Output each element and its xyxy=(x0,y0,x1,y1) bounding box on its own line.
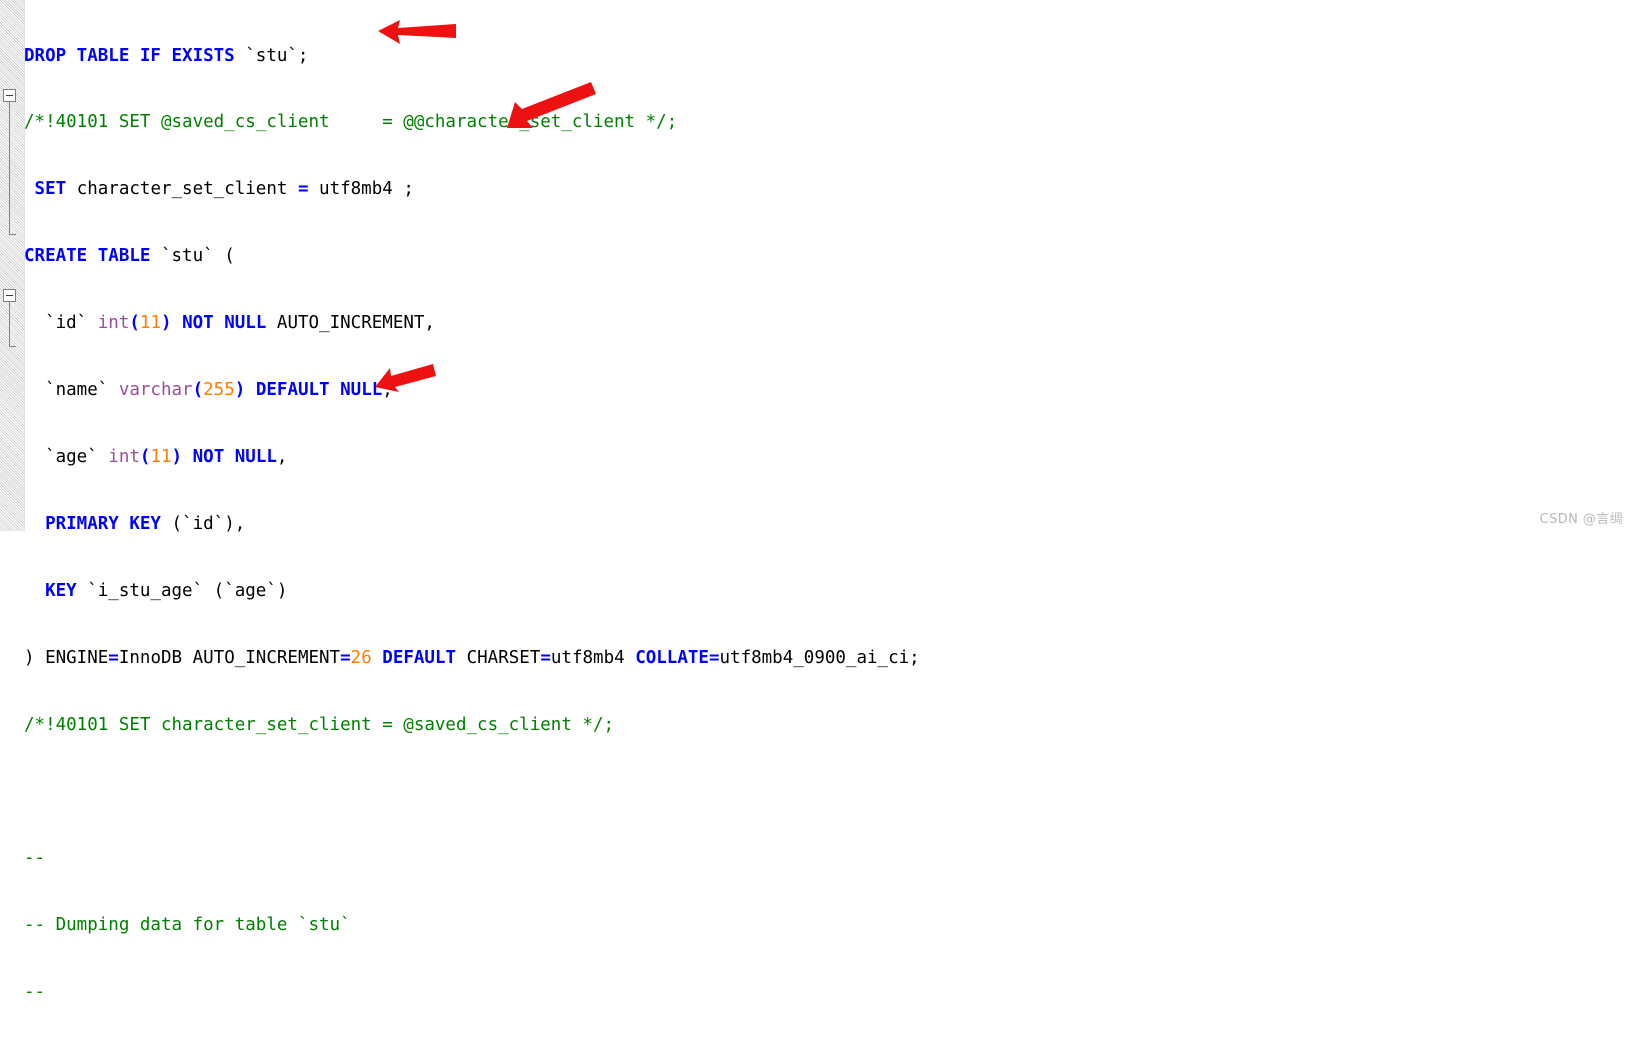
code-token: , xyxy=(382,380,393,401)
code-token: , xyxy=(276,446,288,467)
code-line[interactable]: `id` int(11) NOT NULL AUTO_INCREMENT, xyxy=(24,312,1631,334)
fold-toggle-dumping-comment[interactable] xyxy=(3,289,16,302)
code-token: `stu` ( xyxy=(150,246,235,267)
code-token: SET xyxy=(34,179,67,200)
code-token: NOT NULL xyxy=(182,313,267,334)
code-token: `age` xyxy=(24,446,109,467)
code-token: NOT NULL xyxy=(192,446,277,467)
code-token: = xyxy=(340,647,351,668)
code-token: varchar xyxy=(118,380,193,401)
code-token: -- xyxy=(24,848,46,869)
code-line[interactable]: -- xyxy=(24,847,1631,869)
code-token: /*!40101 SET @saved_cs_client = @@charac… xyxy=(24,112,678,133)
code-token: ( xyxy=(129,313,140,334)
code-token: `name` xyxy=(24,380,119,401)
code-token: = xyxy=(540,647,551,668)
code-text-area[interactable]: DROP TABLE IF EXISTS `stu`; /*!40101 SET… xyxy=(24,0,1631,1002)
code-line[interactable] xyxy=(24,780,1631,802)
code-token: KEY xyxy=(45,580,77,601)
code-line[interactable]: PRIMARY KEY (`id`), xyxy=(24,513,1631,535)
code-token: -- xyxy=(24,982,46,1003)
code-token: DEFAULT xyxy=(382,647,457,668)
code-token: character_set_client xyxy=(66,179,298,200)
code-token: = xyxy=(108,647,119,668)
code-line[interactable]: DROP TABLE IF EXISTS `stu`; xyxy=(24,45,1631,67)
code-token: AUTO_INCREMENT, xyxy=(266,313,435,334)
code-token: InnoDB AUTO_INCREMENT xyxy=(118,647,341,668)
sql-editor-window: DROP TABLE IF EXISTS `stu`; /*!40101 SET… xyxy=(0,0,1631,1002)
code-token: ( xyxy=(192,380,204,401)
code-token: ( xyxy=(139,446,151,467)
code-line[interactable]: /*!40101 SET @saved_cs_client = @@charac… xyxy=(24,111,1631,133)
code-token: utf8mb4 ; xyxy=(308,179,414,200)
fold-margin xyxy=(0,0,25,531)
code-line[interactable]: /*!40101 SET character_set_client = @sav… xyxy=(24,714,1631,736)
code-line[interactable]: SET character_set_client = utf8mb4 ; xyxy=(24,178,1631,200)
code-line[interactable]: `name` varchar(255) DEFAULT NULL, xyxy=(24,379,1631,401)
code-token: = xyxy=(297,179,309,200)
code-token: ) xyxy=(234,380,246,401)
fold-range-line-dumping-comment xyxy=(9,302,10,346)
fold-range-end-dumping-comment xyxy=(9,346,16,347)
fold-range-end-create-table xyxy=(9,234,16,235)
code-token: int xyxy=(97,313,130,334)
code-token: ) xyxy=(171,446,183,467)
code-token: COLLATE xyxy=(635,647,709,668)
code-token: CHARSET xyxy=(456,647,541,668)
code-line[interactable]: ) ENGINE=InnoDB AUTO_INCREMENT=26 DEFAUL… xyxy=(24,647,1631,669)
code-line[interactable]: `age` int(11) NOT NULL, xyxy=(24,446,1631,468)
code-line[interactable]: KEY `i_stu_age` (`age`) xyxy=(24,580,1631,602)
fold-range-line-create-table xyxy=(9,102,10,234)
csdn-watermark: CSDN @言绸 xyxy=(1539,512,1623,527)
fold-toggle-create-table[interactable] xyxy=(3,89,16,102)
code-token: DEFAULT NULL xyxy=(255,380,383,401)
code-token: CREATE TABLE xyxy=(24,246,151,267)
code-token: = xyxy=(708,647,720,668)
code-token: 11 xyxy=(150,446,172,467)
code-token: 11 xyxy=(139,313,161,334)
code-token: ) ENGINE xyxy=(24,647,109,668)
code-line[interactable] xyxy=(24,1048,1631,1062)
code-token: `stu`; xyxy=(234,45,309,66)
code-token: /*!40101 SET character_set_client = @sav… xyxy=(24,714,615,735)
code-token: utf8mb4 xyxy=(550,647,636,668)
code-token: int xyxy=(108,446,140,467)
code-token: 26 xyxy=(350,647,372,668)
code-token: utf8mb4_0900_ai_ci; xyxy=(719,647,920,668)
code-token: `i_stu_age` (`age`) xyxy=(76,580,288,601)
code-line[interactable]: CREATE TABLE `stu` ( xyxy=(24,245,1631,267)
code-token: 255 xyxy=(203,380,235,401)
code-token: -- Dumping data for table `stu` xyxy=(24,915,351,936)
code-line[interactable]: -- xyxy=(24,981,1631,1003)
code-token: DROP TABLE IF EXISTS xyxy=(24,45,235,66)
code-token: `id` xyxy=(24,313,98,334)
code-token: ) xyxy=(161,313,172,334)
code-line[interactable]: -- Dumping data for table `stu` xyxy=(24,914,1631,936)
